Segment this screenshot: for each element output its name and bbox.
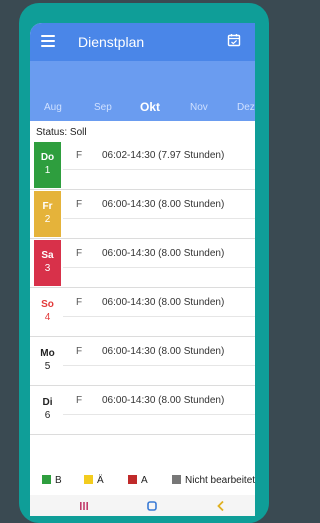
- day-badge: Di 6: [34, 387, 61, 433]
- day-number: 3: [44, 263, 51, 274]
- day-name: Fr: [42, 201, 53, 212]
- shift-code: F: [76, 150, 83, 161]
- row-divider: [63, 365, 255, 366]
- home-icon[interactable]: [146, 500, 158, 512]
- calendar-icon[interactable]: [227, 33, 241, 47]
- shift-code: F: [76, 297, 83, 308]
- day-number: 6: [44, 410, 51, 421]
- day-badge: Sa 3: [34, 240, 61, 286]
- row-separator: [30, 336, 255, 337]
- system-nav-bar: [30, 495, 255, 516]
- shift-time: 06:02-14:30 (7.97 Stunden): [102, 150, 225, 161]
- day-number: 4: [44, 312, 51, 323]
- day-number: 2: [44, 214, 51, 225]
- legend: B Ä A Nicht bearbeitet: [30, 471, 255, 491]
- app-bar: Dienstplan: [30, 23, 255, 61]
- legend-item: Nicht bearbeitet: [172, 475, 255, 486]
- shift-code: F: [76, 248, 83, 259]
- tab-month[interactable]: Aug: [44, 102, 62, 113]
- row-divider: [63, 316, 255, 317]
- tab-month-active[interactable]: Okt: [140, 100, 160, 114]
- row-separator: [30, 434, 255, 435]
- legend-swatch: [128, 475, 137, 484]
- shift-time: 06:00-14:30 (8.00 Stunden): [102, 395, 225, 406]
- row-divider: [63, 218, 255, 219]
- row-divider: [63, 169, 255, 170]
- day-name: Di: [42, 397, 53, 408]
- row-divider: [63, 267, 255, 268]
- legend-item: A: [128, 475, 148, 486]
- shift-code: F: [76, 199, 83, 210]
- legend-label: Ä: [97, 475, 104, 486]
- legend-label: A: [141, 475, 148, 486]
- legend-swatch: [172, 475, 181, 484]
- day-row[interactable]: Fr 2 F 06:00-14:30 (8.00 Stunden): [30, 191, 255, 239]
- row-separator: [30, 238, 255, 239]
- day-badge: So 4: [34, 289, 61, 335]
- legend-item: Ä: [84, 475, 104, 486]
- tab-month[interactable]: Sep: [94, 102, 112, 113]
- menu-icon[interactable]: [41, 35, 55, 47]
- row-separator: [30, 385, 255, 386]
- day-name: Sa: [41, 250, 54, 261]
- day-name: Do: [40, 152, 55, 163]
- shift-time: 06:00-14:30 (8.00 Stunden): [102, 248, 225, 259]
- day-row[interactable]: Sa 3 F 06:00-14:30 (8.00 Stunden): [30, 240, 255, 288]
- status-label: Status: Soll: [36, 127, 87, 138]
- day-badge: Fr 2: [34, 191, 61, 237]
- day-row[interactable]: So 4 F 06:00-14:30 (8.00 Stunden): [30, 289, 255, 337]
- day-name: Mo: [40, 348, 55, 359]
- legend-swatch: [42, 475, 51, 484]
- row-separator: [30, 287, 255, 288]
- recents-icon[interactable]: [79, 501, 89, 511]
- legend-item: B: [42, 475, 62, 486]
- shift-code: F: [76, 346, 83, 357]
- tab-month[interactable]: Nov: [190, 102, 208, 113]
- active-tab-indicator: [138, 134, 160, 136]
- day-number: 5: [44, 361, 51, 372]
- day-badge: Mo 5: [34, 338, 61, 384]
- legend-label: Nicht bearbeitet: [185, 475, 255, 486]
- legend-label: B: [55, 475, 62, 486]
- shift-code: F: [76, 395, 83, 406]
- day-row[interactable]: Do 1 F 06:02-14:30 (7.97 Stunden): [30, 142, 255, 190]
- legend-swatch: [84, 475, 93, 484]
- day-row[interactable]: Di 6 F 06:00-14:30 (8.00 Stunden): [30, 387, 255, 435]
- day-row[interactable]: Mo 5 F 06:00-14:30 (8.00 Stunden): [30, 338, 255, 386]
- day-badge: Do 1: [34, 142, 61, 188]
- page-title: Dienstplan: [78, 34, 145, 50]
- shift-time: 06:00-14:30 (8.00 Stunden): [102, 346, 225, 357]
- tab-month[interactable]: Dez: [237, 102, 255, 113]
- month-tabs: Aug Sep Okt Nov Dez: [30, 61, 255, 136]
- row-divider: [63, 414, 255, 415]
- app-screen: Dienstplan Aug Sep Okt Nov Dez Status: S…: [30, 23, 255, 516]
- shift-time: 06:00-14:30 (8.00 Stunden): [102, 199, 225, 210]
- day-number: 1: [44, 165, 51, 176]
- back-icon[interactable]: [216, 500, 226, 512]
- shift-time: 06:00-14:30 (8.00 Stunden): [102, 297, 225, 308]
- day-name: So: [41, 299, 54, 310]
- row-separator: [30, 189, 255, 190]
